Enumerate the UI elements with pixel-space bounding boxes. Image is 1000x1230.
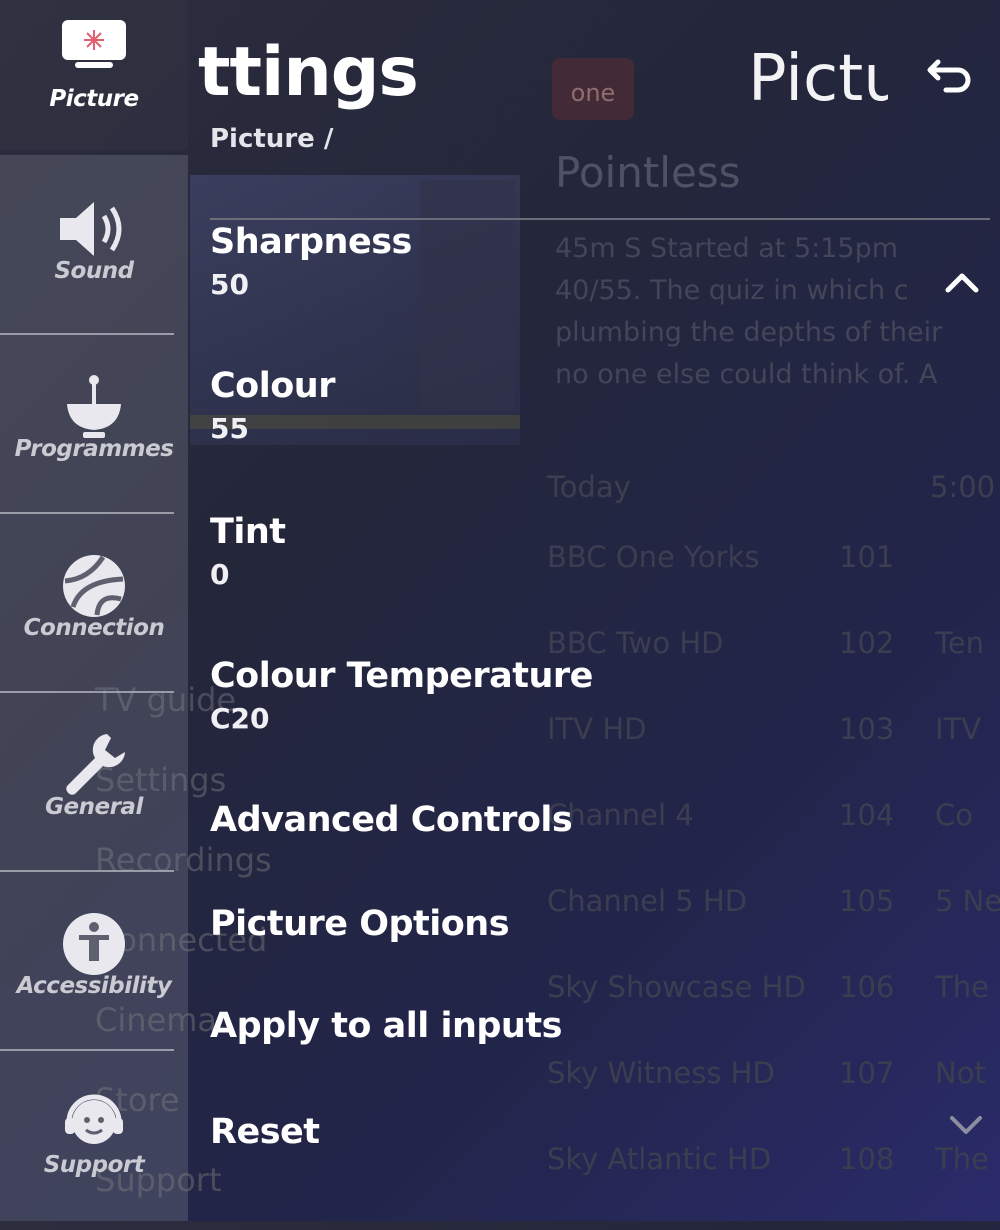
page-title: ttings (198, 33, 419, 112)
sidebar-item-label: Accessibility (16, 973, 172, 999)
setting-label: Apply to all inputs (210, 1006, 562, 1046)
satellite-dish-icon (0, 372, 188, 442)
sidebar-item-sound[interactable]: Sound (0, 158, 188, 336)
speaker-icon (0, 194, 188, 264)
setting-sharpness[interactable]: Sharpness 50 (210, 222, 910, 301)
headset-icon (0, 1088, 188, 1158)
setting-value: 55 (210, 412, 249, 445)
back-button[interactable] (924, 56, 976, 96)
setting-label: Tint (210, 512, 286, 552)
sidebar-divider (0, 691, 174, 693)
header-divider (210, 218, 990, 220)
programme-title: Pointless (555, 148, 741, 197)
sidebar-item-support[interactable]: Support (0, 1052, 188, 1230)
sidebar-item-connection[interactable]: Connection (0, 515, 188, 693)
settings-sidebar: Picture Sound Programmes Connection Gene… (0, 0, 192, 1221)
sidebar-item-label: Picture (49, 86, 139, 112)
chevron-down-icon (950, 1116, 982, 1134)
sidebar-divider (0, 512, 174, 514)
setting-label: Sharpness (210, 222, 412, 262)
sidebar-item-label: Support (43, 1152, 145, 1178)
setting-colour[interactable]: Colour 55 (210, 366, 910, 445)
globe-icon (0, 551, 188, 621)
sidebar-item-label: General (45, 794, 143, 820)
sidebar-item-picture[interactable]: Picture (0, 0, 188, 150)
setting-value: 0 (210, 558, 230, 591)
sidebar-item-general[interactable]: General (0, 694, 188, 872)
sidebar-divider (0, 1049, 174, 1051)
picture-icon (0, 18, 188, 88)
back-arrow-icon (927, 59, 971, 93)
sidebar-divider (0, 333, 174, 335)
scroll-up-button[interactable] (942, 268, 982, 296)
sidebar-item-accessibility[interactable]: Accessibility (0, 873, 188, 1051)
sidebar-item-label: Sound (54, 258, 134, 284)
sidebar-item-programmes[interactable]: Programmes (0, 336, 188, 514)
setting-advanced-controls[interactable]: Advanced Controls (210, 800, 910, 840)
today-time: 5:00 (930, 470, 996, 504)
today-label: Today (547, 470, 631, 504)
setting-reset[interactable]: Reset (210, 1112, 910, 1152)
setting-value: C20 (210, 702, 270, 735)
sidebar-item-label: Programmes (14, 436, 174, 462)
breadcrumb[interactable]: Picture / (210, 124, 333, 154)
setting-tint[interactable]: Tint 0 (210, 512, 910, 591)
chevron-up-icon (945, 273, 979, 293)
wrench-icon (0, 730, 188, 800)
sidebar-divider (0, 870, 174, 872)
setting-label: Picture Options (210, 904, 510, 944)
setting-label: Colour Temperature (210, 656, 593, 696)
setting-label: Advanced Controls (210, 800, 573, 840)
accessibility-icon (0, 909, 188, 979)
setting-apply-to-all-inputs[interactable]: Apply to all inputs (210, 1006, 910, 1046)
channel-logo: one (552, 58, 634, 120)
setting-label: Colour (210, 366, 335, 406)
panel-title: Pictu (748, 42, 888, 116)
setting-colour-temperature[interactable]: Colour Temperature C20 (210, 656, 910, 735)
sidebar-item-label: Connection (23, 615, 165, 641)
scroll-down-button[interactable] (946, 1112, 986, 1140)
setting-picture-options[interactable]: Picture Options (210, 904, 910, 944)
setting-value: 50 (210, 268, 249, 301)
setting-label: Reset (210, 1112, 320, 1152)
